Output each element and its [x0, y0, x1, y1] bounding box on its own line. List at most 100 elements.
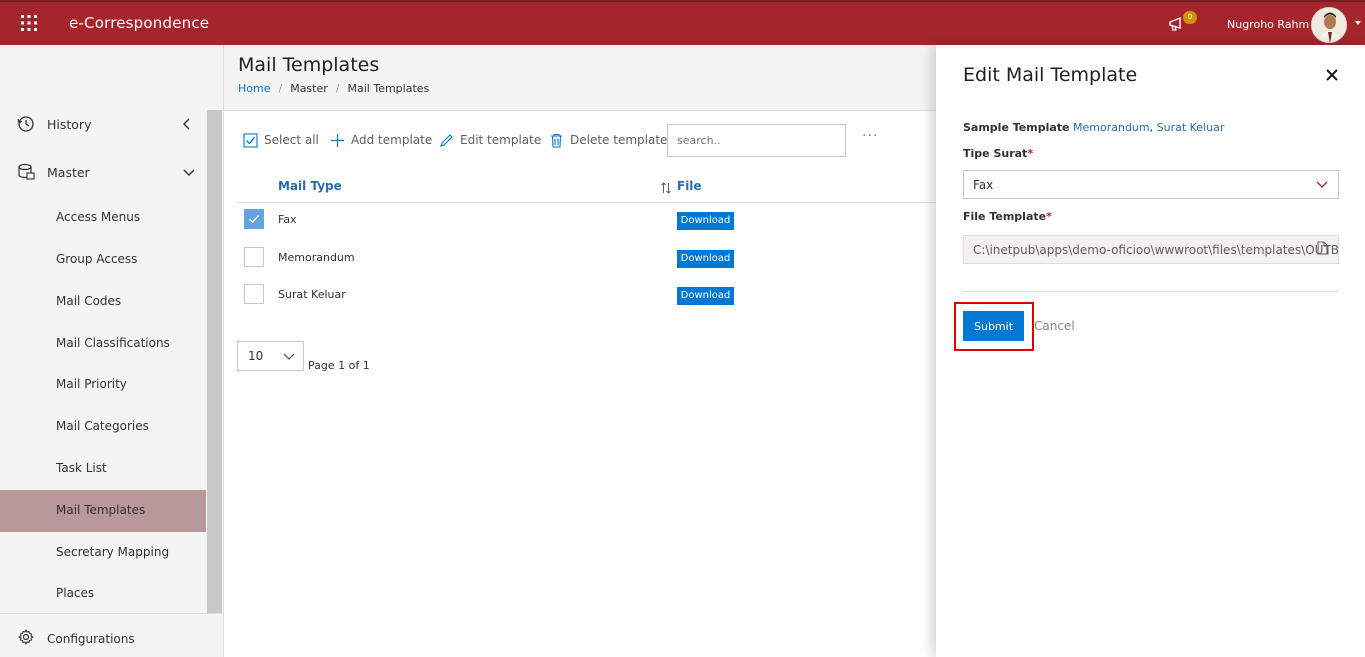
sidebar-item-mail-codes[interactable]: Mail Codes — [0, 281, 206, 323]
sidebar: History Master Access Menus Group Access… — [0, 45, 224, 657]
table-row[interactable]: Surat Keluar Download — [237, 278, 936, 315]
avatar[interactable] — [1311, 7, 1347, 43]
chevron-down-icon — [283, 353, 295, 360]
submit-button[interactable]: Submit — [963, 311, 1024, 341]
sample-template-label: Sample Template — [963, 121, 1070, 134]
sidebar-item-label: Mail Categories — [56, 419, 149, 433]
download-button[interactable]: Download — [677, 212, 734, 230]
sample-link-memorandum[interactable]: Memorandum — [1073, 121, 1150, 134]
mail-type-cell: Fax — [278, 213, 297, 226]
page-size-select[interactable]: 10 — [237, 341, 304, 371]
required-mark: * — [1027, 147, 1034, 160]
checkbox-icon — [243, 133, 258, 148]
app-launcher-icon[interactable] — [20, 14, 38, 32]
select-all-label: Select all — [264, 133, 319, 147]
tipe-surat-select[interactable]: Fax — [963, 170, 1339, 199]
tipe-surat-label-text: Tipe Surat — [963, 147, 1028, 160]
sample-template-row: Sample Template Memorandum, Surat Keluar — [963, 121, 1224, 134]
file-icon[interactable] — [1317, 241, 1329, 255]
sidebar-item-mail-classifications[interactable]: Mail Classifications — [0, 323, 206, 365]
sidebar-item-label: Mail Codes — [56, 294, 122, 308]
row-checkbox[interactable] — [244, 247, 264, 267]
sidebar-item-master[interactable]: Master — [0, 153, 207, 193]
sidebar-item-label: Mail Priority — [56, 377, 127, 391]
chevron-down-icon — [1316, 181, 1328, 188]
sidebar-item-access-menus[interactable]: Access Menus — [0, 197, 206, 239]
breadcrumb-home[interactable]: Home — [238, 82, 270, 95]
plus-icon — [331, 134, 344, 147]
close-icon[interactable] — [1325, 68, 1339, 82]
sidebar-item-secretary-mapping[interactable]: Secretary Mapping — [0, 532, 206, 574]
table-row[interactable]: Memorandum Download — [237, 241, 936, 278]
page-size-value: 10 — [248, 349, 264, 363]
table-row[interactable]: Fax Download — [237, 203, 936, 240]
download-button[interactable]: Download — [677, 250, 734, 268]
breadcrumb-master[interactable]: Master — [290, 82, 328, 95]
sidebar-item-mail-priority[interactable]: Mail Priority — [0, 364, 206, 406]
sidebar-item-label: Places — [56, 586, 95, 600]
sidebar-item-label: Group Access — [56, 252, 138, 266]
sidebar-item-task-list[interactable]: Task List — [0, 448, 206, 490]
sidebar-item-label: Access Menus — [56, 210, 141, 224]
sidebar-item-group-access[interactable]: Group Access — [0, 239, 206, 281]
search-input[interactable] — [667, 124, 846, 157]
column-header-mail-type[interactable]: Mail Type — [278, 179, 342, 193]
sidebar-item-label: History — [47, 117, 92, 132]
breadcrumb-current: Mail Templates — [347, 82, 430, 95]
history-icon — [17, 116, 34, 132]
sidebar-item-mail-templates[interactable]: Mail Templates — [0, 490, 206, 532]
sidebar-item-label: Secretary Mapping — [56, 545, 170, 559]
tipe-surat-label: Tipe Surat* — [963, 147, 1033, 160]
sidebar-item-label: Mail Templates — [56, 503, 146, 517]
top-bar: e-Correspondence 0 Nugroho Rahm — [0, 0, 1365, 45]
trash-icon — [551, 133, 562, 148]
sidebar-item-label: Task List — [56, 461, 107, 475]
add-template-button[interactable]: Add template — [330, 132, 433, 150]
mail-type-cell: Surat Keluar — [278, 288, 346, 301]
file-template-label-text: File Template — [963, 210, 1047, 223]
chevron-left-icon[interactable] — [180, 117, 194, 131]
page-header: Mail Templates Home / Master / Mail Template… — [224, 45, 936, 111]
checkmark-icon — [249, 215, 260, 224]
column-header-file[interactable]: File — [677, 179, 702, 193]
delete-template-label: Delete template — [570, 133, 668, 147]
sidebar-item-label: Configurations — [47, 632, 135, 646]
cancel-button[interactable]: Cancel — [1034, 319, 1075, 333]
sidebar-scrollbar[interactable] — [207, 110, 222, 615]
file-template-label: File Template* — [963, 210, 1052, 223]
panel-divider — [963, 291, 1339, 292]
sample-link-surat-keluar[interactable]: Surat Keluar — [1157, 121, 1225, 134]
breadcrumb-separator: / — [278, 82, 283, 95]
breadcrumb: Home / Master / Mail Templates — [238, 82, 429, 95]
panel-title: Edit Mail Template — [963, 64, 1138, 86]
chevron-down-icon[interactable] — [182, 165, 196, 179]
database-icon — [18, 163, 35, 180]
sidebar-item-places[interactable]: Places — [0, 573, 206, 615]
gear-icon — [18, 629, 34, 645]
edit-template-button[interactable]: Edit template — [439, 132, 542, 150]
row-checkbox[interactable] — [244, 284, 264, 304]
user-menu-caret-icon[interactable] — [1355, 21, 1361, 25]
page-indicator: Page 1 of 1 — [308, 359, 370, 372]
delete-template-button[interactable]: Delete template — [549, 132, 667, 150]
sidebar-item-configurations[interactable]: Configurations — [0, 613, 222, 657]
sidebar-item-label: Mail Classifications — [56, 336, 170, 350]
add-template-label: Add template — [351, 133, 433, 147]
sidebar-item-history[interactable]: History — [0, 105, 207, 145]
user-name[interactable]: Nugroho Rahm — [1227, 18, 1309, 31]
select-all-button[interactable]: Select all — [243, 132, 319, 150]
app-title[interactable]: e-Correspondence — [69, 14, 209, 32]
sort-icon[interactable] — [660, 182, 672, 194]
more-options-icon[interactable]: ··· — [862, 128, 878, 144]
tipe-surat-value: Fax — [973, 178, 994, 192]
pencil-icon — [440, 134, 453, 147]
required-mark: * — [1046, 210, 1052, 223]
sidebar-item-label: Master — [47, 165, 90, 180]
sidebar-item-mail-categories[interactable]: Mail Categories — [0, 406, 206, 448]
download-button[interactable]: Download — [677, 287, 734, 305]
file-template-input[interactable]: C:\inetpub\apps\demo-oficioo\wwwroot\fil… — [963, 235, 1339, 264]
edit-mail-template-panel: Edit Mail Template Sample Template Memor… — [936, 45, 1365, 657]
row-checkbox[interactable] — [244, 209, 264, 229]
sample-separator: , — [1149, 121, 1154, 134]
edit-template-label: Edit template — [460, 133, 542, 147]
